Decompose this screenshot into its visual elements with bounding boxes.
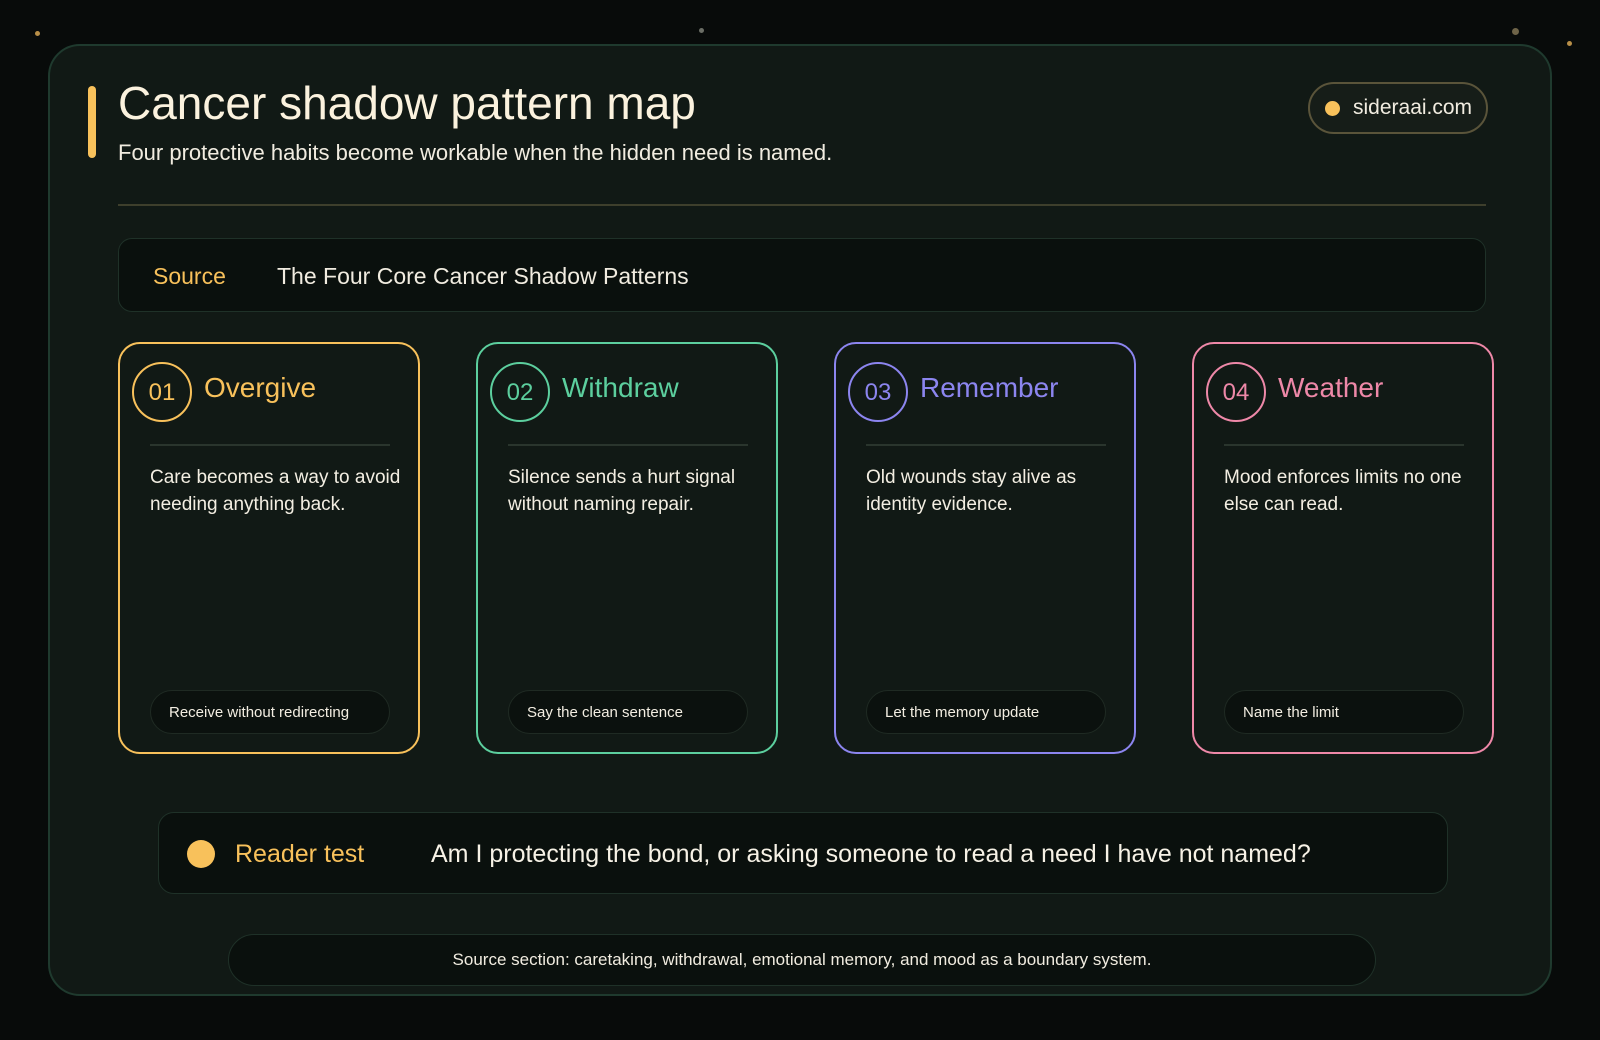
card-action-pill[interactable]: Name the limit bbox=[1224, 690, 1464, 734]
star-decoration bbox=[35, 31, 40, 36]
card-number-badge: 02 bbox=[490, 362, 550, 422]
main-panel: Cancer shadow pattern map Four protectiv… bbox=[48, 44, 1552, 996]
reader-test-label: Reader test bbox=[235, 840, 365, 868]
card-action-pill[interactable]: Receive without redirecting bbox=[150, 690, 390, 734]
card-description: Care becomes a way to avoid needing anyt… bbox=[150, 467, 401, 515]
source-label: Source bbox=[153, 263, 226, 289]
card-divider bbox=[1224, 444, 1464, 446]
pattern-card-withdraw[interactable]: 02 Withdraw Silence sends a hurt signal … bbox=[476, 342, 778, 754]
source-panel: Source The Four Core Cancer Shadow Patte… bbox=[118, 238, 1486, 312]
card-description: Old wounds stay alive as identity eviden… bbox=[866, 467, 1077, 515]
pattern-card-weather[interactable]: 04 Weather Mood enforces limits no one e… bbox=[1192, 342, 1494, 754]
card-description: Mood enforces limits no one else can rea… bbox=[1224, 467, 1462, 515]
header-divider bbox=[118, 204, 1486, 206]
card-divider bbox=[508, 444, 748, 446]
star-decoration bbox=[1567, 41, 1572, 46]
page-title: Cancer shadow pattern map bbox=[118, 77, 696, 129]
title-accent-bar bbox=[88, 86, 96, 158]
reader-test-question: Am I protecting the bond, or asking some… bbox=[431, 840, 1311, 868]
card-title: Withdraw bbox=[562, 372, 679, 403]
card-action-pill[interactable]: Say the clean sentence bbox=[508, 690, 748, 734]
card-divider bbox=[866, 444, 1106, 446]
card-title: Weather bbox=[1278, 372, 1384, 403]
page-subtitle: Four protective habits become workable w… bbox=[118, 140, 833, 165]
pattern-card-overgive[interactable]: 01 Overgive Care becomes a way to avoid … bbox=[118, 342, 420, 754]
source-section-footer: Source section: caretaking, withdrawal, … bbox=[228, 934, 1376, 986]
star-decoration bbox=[1512, 28, 1519, 35]
card-number-badge: 03 bbox=[848, 362, 908, 422]
card-number-badge: 01 bbox=[132, 362, 192, 422]
pattern-card-remember[interactable]: 03 Remember Old wounds stay alive as ide… bbox=[834, 342, 1136, 754]
brand-badge[interactable]: sideraai.com bbox=[1308, 82, 1488, 134]
brand-label: sideraai.com bbox=[1353, 96, 1473, 119]
card-divider bbox=[150, 444, 390, 446]
card-number-badge: 04 bbox=[1206, 362, 1266, 422]
canvas: Cancer shadow pattern map Four protectiv… bbox=[0, 0, 1600, 1040]
card-title: Remember bbox=[920, 372, 1059, 403]
brand-dot-icon bbox=[1325, 100, 1340, 116]
card-description: Silence sends a hurt signal without nami… bbox=[508, 467, 736, 515]
star-decoration bbox=[699, 28, 704, 33]
reader-dot-icon bbox=[187, 840, 215, 868]
card-title: Overgive bbox=[204, 372, 317, 403]
source-value: The Four Core Cancer Shadow Patterns bbox=[277, 263, 689, 289]
reader-test-panel: Reader test Am I protecting the bond, or… bbox=[158, 812, 1448, 894]
card-action-pill[interactable]: Let the memory update bbox=[866, 690, 1106, 734]
